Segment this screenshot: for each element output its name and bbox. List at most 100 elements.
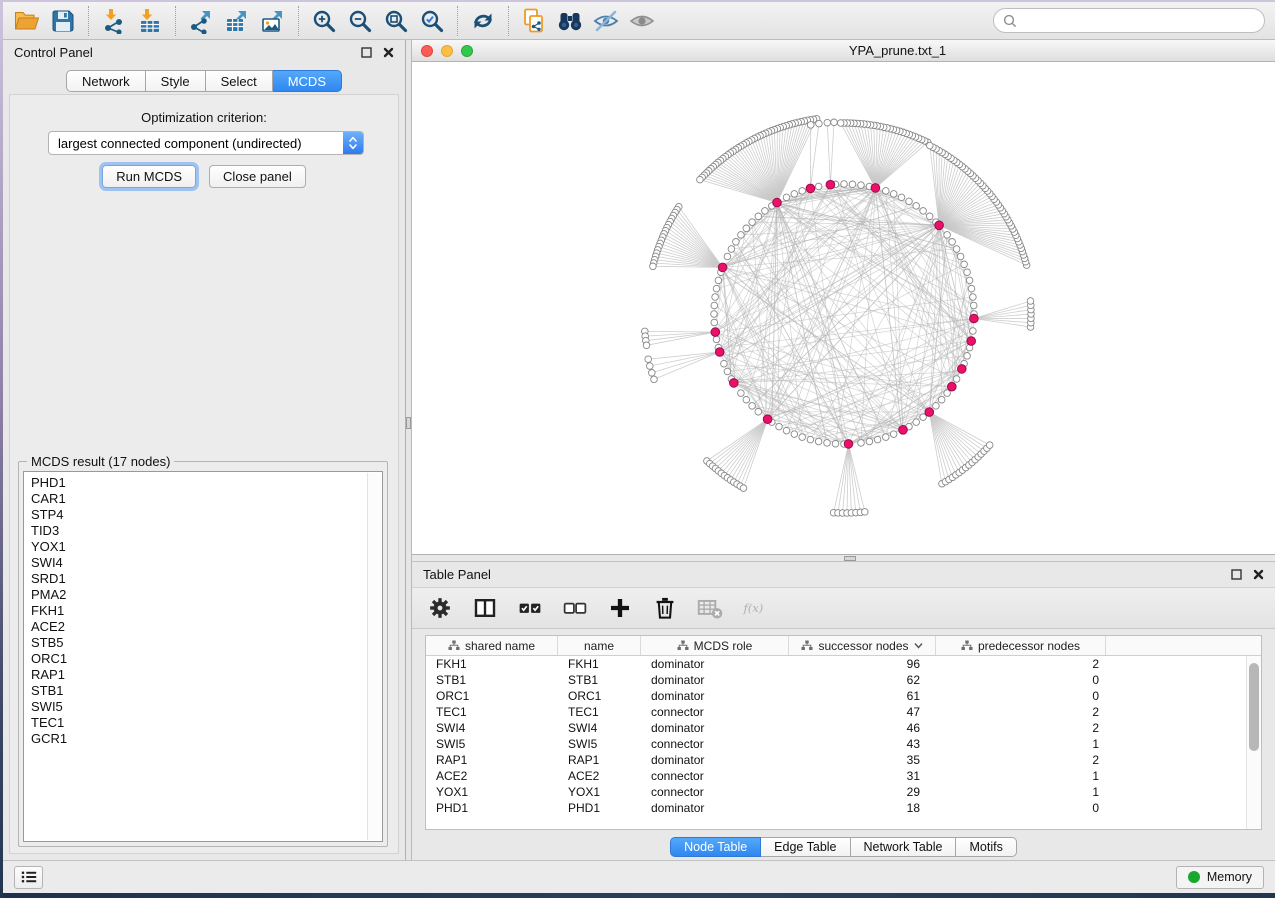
network-node[interactable]: [949, 239, 956, 246]
network-node[interactable]: [883, 434, 890, 441]
network-node[interactable]: [724, 253, 731, 260]
mcds-node[interactable]: [711, 328, 720, 337]
network-node[interactable]: [1027, 298, 1034, 305]
network-node[interactable]: [831, 119, 838, 126]
column-header-MCDS-role[interactable]: MCDS role: [641, 636, 789, 655]
network-node[interactable]: [849, 181, 856, 188]
column-header-successor-nodes[interactable]: successor nodes: [789, 636, 936, 655]
network-node[interactable]: [776, 423, 783, 430]
table-row[interactable]: ORC1ORC1dominator610: [426, 688, 1261, 704]
network-node[interactable]: [970, 294, 977, 301]
network-canvas[interactable]: [412, 62, 1275, 554]
network-node[interactable]: [906, 198, 913, 205]
network-node[interactable]: [862, 509, 869, 516]
network-node[interactable]: [874, 436, 881, 443]
mcds-node[interactable]: [773, 198, 782, 207]
network-node[interactable]: [755, 213, 762, 220]
network-node[interactable]: [964, 353, 971, 360]
close-panel-button[interactable]: [383, 47, 394, 58]
result-node-item[interactable]: SWI4: [31, 555, 382, 571]
search-box[interactable]: [993, 8, 1265, 33]
memory-button[interactable]: Memory: [1176, 866, 1264, 889]
network-node[interactable]: [890, 431, 897, 438]
table-row[interactable]: PHD1PHD1dominator180: [426, 800, 1261, 816]
network-node[interactable]: [841, 181, 848, 188]
run-mcds-button[interactable]: Run MCDS: [102, 165, 196, 188]
network-node[interactable]: [749, 219, 756, 226]
open-file-button[interactable]: [9, 5, 45, 36]
network-node[interactable]: [970, 328, 977, 335]
network-node[interactable]: [740, 485, 747, 492]
tab-style[interactable]: Style: [146, 70, 206, 92]
network-node[interactable]: [749, 403, 756, 410]
network-node[interactable]: [933, 403, 940, 410]
close-mcds-button[interactable]: Close panel: [209, 165, 306, 188]
mcds-node[interactable]: [844, 440, 853, 449]
network-node[interactable]: [953, 246, 960, 253]
network-node[interactable]: [647, 363, 654, 370]
result-node-item[interactable]: SRD1: [31, 571, 382, 587]
table-row[interactable]: TEC1TEC1connector472: [426, 704, 1261, 720]
search-network-button[interactable]: [552, 5, 588, 36]
splitter-grip[interactable]: [406, 417, 411, 429]
save-session-button[interactable]: [45, 5, 81, 36]
table-row[interactable]: SWI4SWI4dominator462: [426, 720, 1261, 736]
add-column-button[interactable]: [607, 595, 633, 621]
table-mode-button[interactable]: [427, 595, 453, 621]
column-header-predecessor-nodes[interactable]: predecessor nodes: [936, 636, 1106, 655]
result-node-item[interactable]: STP4: [31, 507, 382, 523]
import-network-button[interactable]: [96, 5, 132, 36]
network-node[interactable]: [713, 285, 720, 292]
network-node[interactable]: [815, 438, 822, 445]
network-node[interactable]: [711, 302, 718, 309]
network-node[interactable]: [824, 440, 831, 447]
network-node[interactable]: [920, 208, 927, 215]
network-node[interactable]: [890, 191, 897, 198]
network-node[interactable]: [961, 261, 968, 268]
mcds-node[interactable]: [806, 184, 815, 193]
float-panel-button[interactable]: [361, 47, 372, 58]
network-node[interactable]: [816, 120, 823, 127]
table-tab-node-table[interactable]: Node Table: [670, 837, 761, 857]
network-node[interactable]: [815, 183, 822, 190]
import-table-button[interactable]: [132, 5, 168, 36]
mcds-node[interactable]: [967, 337, 976, 346]
tab-select[interactable]: Select: [206, 70, 273, 92]
mcds-node[interactable]: [763, 415, 772, 424]
table-row[interactable]: FKH1FKH1dominator962: [426, 656, 1261, 672]
column-header-shared-name[interactable]: shared name: [426, 636, 558, 655]
result-node-item[interactable]: FKH1: [31, 603, 382, 619]
table-scrollbar[interactable]: [1246, 656, 1261, 829]
network-node[interactable]: [791, 431, 798, 438]
column-header-name[interactable]: name: [558, 636, 641, 655]
table-row[interactable]: ACE2ACE2connector311: [426, 768, 1261, 784]
network-node[interactable]: [964, 269, 971, 276]
network-node[interactable]: [712, 294, 719, 301]
export-image-button[interactable]: [255, 5, 291, 36]
network-node[interactable]: [711, 319, 718, 326]
network-node[interactable]: [957, 253, 964, 260]
delete-column-button[interactable]: [652, 595, 678, 621]
network-node[interactable]: [643, 342, 650, 349]
network-node[interactable]: [783, 194, 790, 201]
network-node[interactable]: [913, 203, 920, 210]
table-row[interactable]: SWI5SWI5connector431: [426, 736, 1261, 752]
network-node[interactable]: [913, 419, 920, 426]
network-node[interactable]: [697, 176, 704, 183]
network-node[interactable]: [715, 277, 722, 284]
table-row[interactable]: YOX1YOX1connector291: [426, 784, 1261, 800]
mcds-node[interactable]: [718, 263, 727, 272]
table-row[interactable]: RAP1RAP1dominator352: [426, 752, 1261, 768]
network-node[interactable]: [926, 213, 933, 220]
mcds-node[interactable]: [715, 348, 724, 357]
hide-selected-button[interactable]: [588, 5, 624, 36]
result-node-item[interactable]: GCR1: [31, 731, 382, 747]
network-node[interactable]: [755, 408, 762, 415]
result-node-item[interactable]: CAR1: [31, 491, 382, 507]
refresh-layout-button[interactable]: [465, 5, 501, 36]
network-node[interactable]: [650, 263, 657, 270]
mcds-node[interactable]: [935, 221, 944, 230]
result-node-item[interactable]: TID3: [31, 523, 382, 539]
result-node-item[interactable]: YOX1: [31, 539, 382, 555]
mcds-node[interactable]: [948, 382, 957, 391]
